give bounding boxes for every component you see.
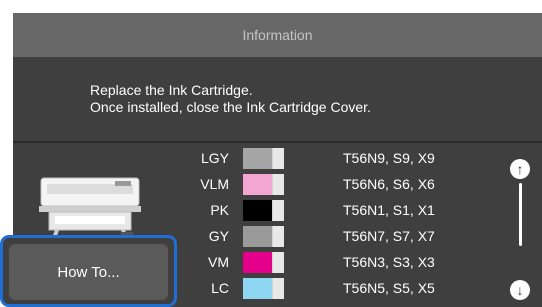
- how-to-button[interactable]: How To...: [9, 244, 168, 300]
- ink-model: T56N1, S1, X1: [343, 202, 435, 218]
- ink-row-vlm: VLM T56N6, S6, X6: [13, 172, 542, 196]
- how-to-focus-ring: How To...: [0, 235, 177, 307]
- ink-model: T56N9, S9, X9: [343, 150, 435, 166]
- ink-level-swatch: [243, 278, 284, 299]
- divider: [13, 141, 542, 143]
- ink-level-swatch: [243, 252, 284, 273]
- ink-model: T56N5, S5, X5: [343, 280, 435, 296]
- ink-model: T56N7, S7, X7: [343, 228, 435, 244]
- ink-level-swatch: [243, 174, 284, 195]
- ink-code: GY: [208, 228, 229, 244]
- ink-row-lgy: LGY T56N9, S9, X9: [13, 146, 542, 170]
- ink-model: T56N6, S6, X6: [343, 176, 435, 192]
- ink-code: LC: [211, 280, 229, 296]
- instruction-message: Replace the Ink Cartridge. Once installe…: [90, 82, 371, 116]
- dialog-title: Information: [13, 13, 542, 57]
- ink-code: LGY: [200, 150, 229, 166]
- ink-level-swatch: [243, 226, 284, 247]
- ink-code: VM: [208, 254, 229, 270]
- instruction-line-1: Replace the Ink Cartridge.: [90, 82, 253, 98]
- ink-level-swatch: [243, 148, 284, 169]
- ink-code: PK: [210, 202, 229, 218]
- ink-model: T56N3, S3, X3: [343, 254, 435, 270]
- ink-row-pk: PK T56N1, S1, X1: [13, 198, 542, 222]
- ink-level-swatch: [243, 200, 284, 221]
- scrollbar[interactable]: [519, 183, 522, 246]
- arrow-up-circle-icon[interactable]: ↑: [510, 159, 530, 179]
- arrow-down-circle-icon[interactable]: ↓: [510, 280, 530, 300]
- ink-code: VLM: [200, 176, 229, 192]
- instruction-line-2: Once installed, close the Ink Cartridge …: [90, 99, 371, 115]
